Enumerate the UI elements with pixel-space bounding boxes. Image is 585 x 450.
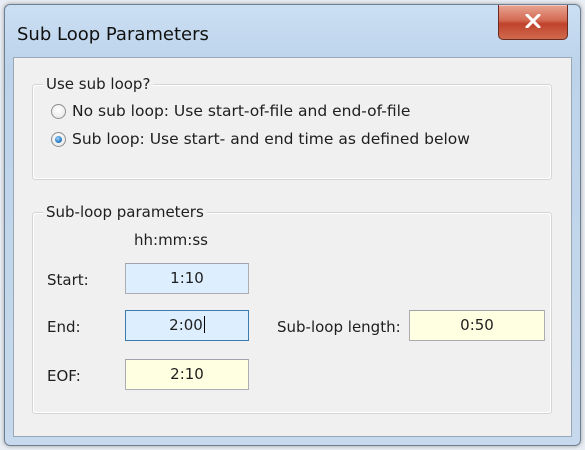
no-sub-loop-radio[interactable] — [51, 103, 66, 119]
sub-loop-radio[interactable] — [51, 131, 66, 147]
no-sub-loop-option[interactable]: No sub loop: Use start-of-file and end-o… — [51, 99, 410, 123]
start-time-input[interactable]: 1:10 — [125, 263, 249, 294]
sub-loop-parameters-group: Sub-loop parameters hh:mm:ss Start: 1:10… — [32, 203, 552, 414]
end-label: End: — [47, 318, 81, 336]
sub-loop-length-field: 0:50 — [409, 310, 545, 341]
start-time-value: 1:10 — [170, 269, 204, 287]
time-format-hint: hh:mm:ss — [134, 231, 208, 249]
eof-label: EOF: — [47, 367, 81, 385]
use-sub-loop-group: Use sub loop? No sub loop: Use start-of-… — [32, 75, 552, 180]
text-caret — [203, 316, 205, 333]
end-time-input[interactable]: 2:00 — [125, 310, 249, 341]
eof-time-value: 2:10 — [170, 365, 204, 383]
sub-loop-length-label: Sub-loop length: — [277, 318, 401, 336]
no-sub-loop-label[interactable]: No sub loop: Use start-of-file and end-o… — [72, 102, 410, 120]
use-sub-loop-group-label: Use sub loop? — [43, 75, 154, 93]
window-title: Sub Loop Parameters — [17, 24, 209, 45]
eof-time-field: 2:10 — [125, 359, 249, 390]
end-time-value: 2:00 — [169, 316, 203, 334]
sub-loop-length-value: 0:50 — [460, 316, 494, 334]
sub-loop-parameters-group-label: Sub-loop parameters — [43, 203, 207, 221]
start-label: Start: — [47, 271, 89, 289]
dialog-window: Sub Loop Parameters Use sub loop? No sub… — [4, 4, 581, 446]
close-button[interactable] — [498, 5, 568, 40]
sub-loop-label[interactable]: Sub loop: Use start- and end time as def… — [72, 130, 470, 148]
close-icon — [525, 14, 541, 28]
dialog-client-area: Use sub loop? No sub loop: Use start-of-… — [13, 57, 572, 437]
sub-loop-option[interactable]: Sub loop: Use start- and end time as def… — [51, 127, 470, 151]
title-bar[interactable]: Sub Loop Parameters — [5, 5, 580, 57]
